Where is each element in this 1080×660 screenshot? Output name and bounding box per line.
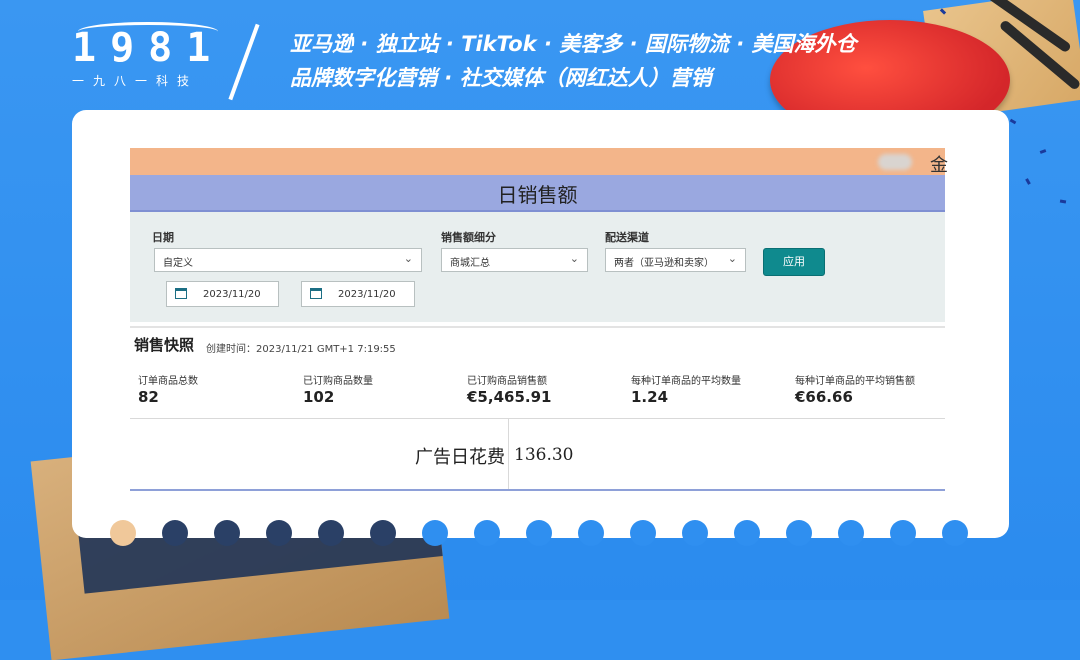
metric-units-ordered: 已订购商品数量 102 — [303, 372, 373, 406]
chevron-down-icon: ⌄ — [403, 252, 413, 265]
metric-ordered-sales: 已订购商品销售额 €5,465.91 — [467, 372, 551, 406]
logo-arc — [78, 22, 218, 41]
breakdown-select[interactable]: 商城汇总 ⌄ — [441, 248, 588, 272]
date-range-value: 自定义 — [163, 258, 193, 269]
metric-total-order-items: 订单商品总数 82 — [138, 372, 198, 406]
ad-spend-row: 广告日花费 136.30 — [130, 418, 945, 491]
chevron-down-icon: ⌄ — [727, 252, 737, 265]
breakdown-label: 销售额细分 — [441, 231, 496, 244]
metric-value: €5,465.91 — [467, 388, 552, 406]
metric-label: 已订购商品销售额 — [467, 376, 547, 387]
topbar-char: 金 — [930, 155, 948, 176]
brand-logo: 1981 一九八一科技 — [72, 22, 232, 102]
ad-spend-value: 136.30 — [514, 445, 574, 465]
ad-spend-label: 广告日花费 — [415, 447, 505, 468]
metric-value: €66.66 — [795, 388, 853, 406]
end-date-field[interactable]: 2023/11/20 — [301, 281, 415, 307]
breakdown-value: 商城汇总 — [450, 258, 490, 269]
chevron-down-icon: ⌄ — [569, 252, 579, 265]
page-title: 日销售额 — [497, 183, 578, 207]
start-date-value: 2023/11/20 — [203, 289, 261, 300]
snapshot-heading: 销售快照 — [134, 336, 195, 354]
sales-report-screenshot: 金 日销售额 日期 自定义 ⌄ 销售额细分 商城汇总 ⌄ 配送渠道 两者（亚马逊… — [130, 148, 948, 491]
cell-divider — [508, 419, 509, 489]
date-label: 日期 — [152, 231, 174, 244]
channel-select[interactable]: 两者（亚马逊和卖家） ⌄ — [605, 248, 746, 272]
metric-label: 每种订单商品的平均销售额 — [795, 376, 915, 387]
channel-value: 两者（亚马逊和卖家） — [614, 258, 714, 269]
tagline-services: 亚马逊 · 独立站 · TikTok · 美客多 · 国际物流 · 美国海外仓 — [290, 32, 857, 56]
metric-label: 订单商品总数 — [138, 376, 198, 387]
report-topbar: 金 — [130, 148, 948, 176]
metric-value: 102 — [303, 388, 335, 406]
apply-button[interactable]: 应用 — [763, 248, 825, 276]
metric-label: 每种订单商品的平均数量 — [631, 376, 741, 387]
logo-subtitle: 一九八一科技 — [72, 74, 199, 88]
ticket-dots — [110, 520, 970, 550]
calendar-icon[interactable] — [175, 288, 187, 299]
channel-label: 配送渠道 — [605, 231, 649, 244]
end-date-value: 2023/11/20 — [338, 289, 396, 300]
blurred-account-name — [878, 154, 912, 170]
date-range-select[interactable]: 自定义 ⌄ — [154, 248, 422, 272]
tagline-marketing: 品牌数字化营销 · 社交媒体（网红达人）营销 — [290, 66, 712, 90]
start-date-field[interactable]: 2023/11/20 — [166, 281, 279, 307]
calendar-icon[interactable] — [310, 288, 322, 299]
report-titlebar: 日销售额 — [130, 175, 945, 212]
metric-avg-sales: 每种订单商品的平均销售额 €66.66 — [795, 372, 915, 406]
metric-label: 已订购商品数量 — [303, 376, 373, 387]
metric-avg-units: 每种订单商品的平均数量 1.24 — [631, 372, 741, 406]
metric-value: 1.24 — [631, 388, 669, 406]
section-divider — [130, 326, 945, 328]
snapshot-created-time: 创建时间：2023/11/21 GMT+1 7:19:55 — [206, 344, 396, 355]
metric-value: 82 — [138, 388, 159, 406]
